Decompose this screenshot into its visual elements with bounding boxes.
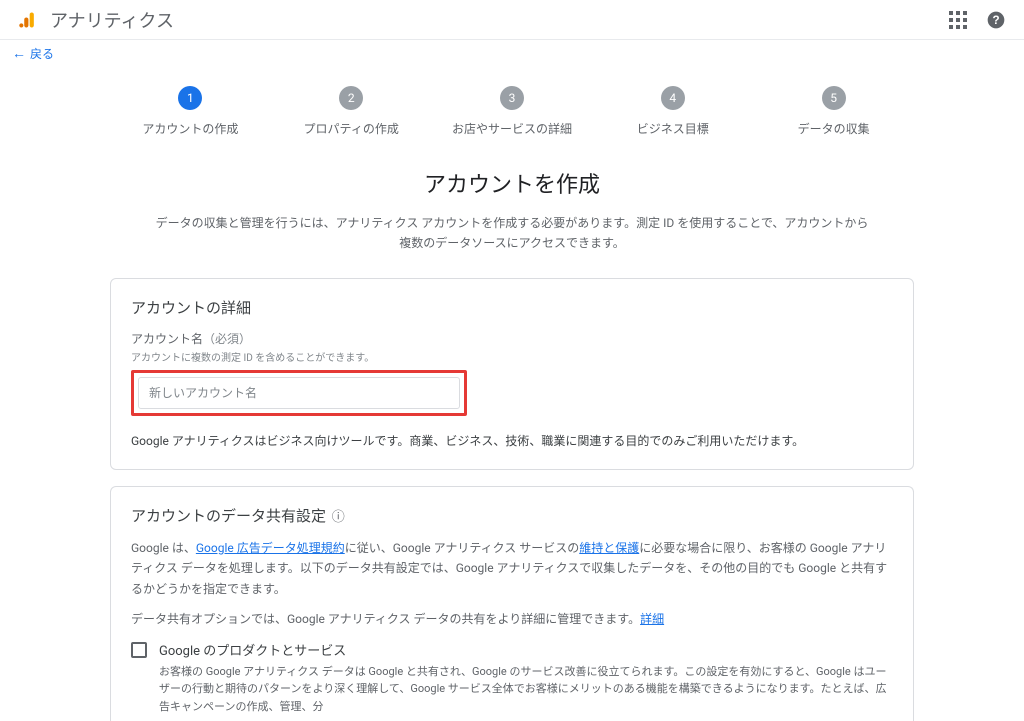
field-hint: アカウントに複数の測定 ID を含めることができます。 xyxy=(131,349,893,364)
step-5: 5 データの収集 xyxy=(753,86,914,137)
step-circle: 1 xyxy=(178,86,202,110)
step-3: 3 お店やサービスの詳細 xyxy=(432,86,593,137)
card-title-text: アカウントのデータ共有設定 xyxy=(131,507,326,525)
header-actions: ? xyxy=(946,8,1008,32)
step-label: ビジネス目標 xyxy=(637,120,709,137)
step-label: アカウントの作成 xyxy=(142,120,238,137)
account-note: Google アナリティクスはビジネス向けツールです。商業、ビジネス、技術、職業… xyxy=(131,432,893,451)
data-sharing-body-1: Google は、Google 広告データ処理規約に従い、Google アナリテ… xyxy=(131,538,893,599)
step-circle: 4 xyxy=(661,86,685,110)
checkbox-desc: お客様の Google アナリティクス データは Google と共有され、Go… xyxy=(159,663,893,716)
field-label: アカウント名（必須） xyxy=(131,330,893,347)
arrow-left-icon: ← xyxy=(12,45,26,62)
data-sharing-card: アカウントのデータ共有設定 ⓘ Google は、Google 広告データ処理規… xyxy=(110,486,914,721)
apps-grid-icon[interactable] xyxy=(946,8,970,32)
back-label: 戻る xyxy=(30,45,54,62)
step-circle: 3 xyxy=(500,86,524,110)
analytics-logo-icon xyxy=(16,8,40,32)
required-mark: （必須） xyxy=(203,332,251,346)
help-icon[interactable]: ? xyxy=(984,8,1008,32)
main-content: アカウントを作成 データの収集と管理を行うには、アナリティクス アカウントを作成… xyxy=(0,167,1024,721)
step-2: 2 プロパティの作成 xyxy=(271,86,432,137)
step-4: 4 ビジネス目標 xyxy=(592,86,753,137)
app-header: アナリティクス ? xyxy=(0,0,1024,40)
data-sharing-body-2: データ共有オプションでは、Google アナリティクス データの共有をより詳細に… xyxy=(131,609,893,629)
ads-terms-link[interactable]: Google 広告データ処理規約 xyxy=(196,541,345,555)
back-link[interactable]: ← 戻る xyxy=(0,40,1024,66)
maintain-protect-link[interactable]: 維持と保護 xyxy=(579,541,639,555)
step-circle: 2 xyxy=(339,86,363,110)
card-title: アカウントの詳細 xyxy=(131,297,893,318)
page-title: アカウントを作成 xyxy=(110,167,914,199)
checkbox-input[interactable] xyxy=(131,642,147,658)
step-circle: 5 xyxy=(822,86,846,110)
checkbox-title: Google のプロダクトとサービス xyxy=(159,640,893,659)
page-description: データの収集と管理を行うには、アナリティクス アカウントを作成する必要があります… xyxy=(152,213,872,254)
checkbox-products-services: Google のプロダクトとサービス お客様の Google アナリティクス デ… xyxy=(131,640,893,716)
svg-text:?: ? xyxy=(992,14,999,27)
step-label: プロパティの作成 xyxy=(304,120,399,137)
account-name-highlight xyxy=(131,370,467,416)
app-title: アナリティクス xyxy=(50,7,946,33)
field-label-text: アカウント名 xyxy=(131,332,203,346)
checkbox-text: Google のプロダクトとサービス お客様の Google アナリティクス デ… xyxy=(159,640,893,716)
details-link[interactable]: 詳細 xyxy=(640,612,664,626)
step-label: お店やサービスの詳細 xyxy=(452,120,572,137)
help-small-icon[interactable]: ⓘ xyxy=(332,510,345,525)
step-label: データの収集 xyxy=(798,120,870,137)
account-name-input[interactable] xyxy=(138,377,460,409)
step-1[interactable]: 1 アカウントの作成 xyxy=(110,86,271,137)
account-detail-card: アカウントの詳細 アカウント名（必須） アカウントに複数の測定 ID を含めるこ… xyxy=(110,278,914,470)
stepper: 1 アカウントの作成 2 プロパティの作成 3 お店やサービスの詳細 4 ビジネ… xyxy=(0,66,1024,167)
card-title: アカウントのデータ共有設定 ⓘ xyxy=(131,505,893,526)
